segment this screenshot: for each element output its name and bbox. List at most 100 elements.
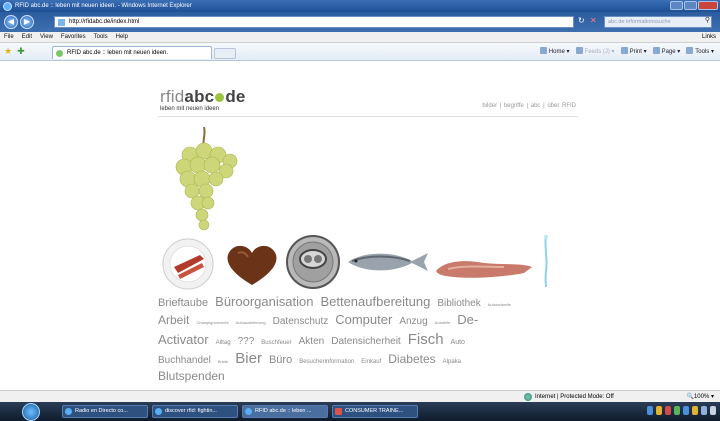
refresh-icon[interactable]: ↻: [578, 16, 588, 28]
links-toolbar[interactable]: Links: [702, 34, 716, 40]
command-bar: Home ▾ Feeds (J) ▾ Print ▾ Page ▾ Tools …: [539, 47, 714, 55]
tag-link[interactable]: Buschfeuer: [261, 340, 291, 346]
menu-bar: File Edit View Favorites Tools Help Link…: [0, 32, 720, 43]
tag-link[interactable]: Anzug: [399, 316, 427, 327]
tag-link[interactable]: Bier: [235, 350, 262, 367]
taskbar-item[interactable]: RFID abc.de :: leben ...: [242, 405, 328, 418]
tag-link[interactable]: Alpaka: [443, 359, 461, 365]
search-input[interactable]: abc.de informationssuche: [604, 16, 712, 28]
tray-icon[interactable]: [683, 406, 689, 415]
tag-link[interactable]: Akten: [299, 336, 325, 347]
food-images-row: [158, 233, 578, 293]
title-bar: RFID abc.de :: leben mit neuen ideen. - …: [0, 0, 720, 12]
tag-link[interactable]: Computer: [335, 312, 392, 327]
tag-link[interactable]: Besucherinformation: [299, 359, 354, 365]
site-logo[interactable]: rfidabc de: [160, 87, 246, 107]
tray-icon[interactable]: [701, 406, 707, 415]
tag-link[interactable]: Büro: [269, 354, 292, 366]
ie-icon: [155, 408, 162, 415]
tab-favicon-icon: [56, 50, 63, 57]
can-lid-image[interactable]: [286, 235, 340, 289]
tools-menu-button[interactable]: Tools ▾: [686, 47, 714, 55]
tray-icon[interactable]: [692, 406, 698, 415]
back-button[interactable]: ◀: [4, 15, 18, 29]
new-tab-button[interactable]: [214, 48, 236, 59]
tag-link[interactable]: Buchhandel: [158, 355, 211, 366]
tag-link[interactable]: De-: [457, 312, 478, 327]
tag-link[interactable]: Fisch: [408, 331, 444, 348]
close-button[interactable]: [698, 1, 718, 10]
taskbar: Radio en Directo co... discover rfid: fi…: [0, 402, 720, 421]
tag-link[interactable]: Autoradwelle: [488, 302, 511, 307]
home-button[interactable]: Home ▾: [539, 47, 570, 55]
url-field[interactable]: http://rfidabc.de/index.html: [54, 16, 574, 28]
tag-link[interactable]: ???: [238, 336, 255, 347]
tray-icon[interactable]: [656, 406, 662, 415]
search-icon[interactable]: ⚲: [705, 16, 710, 24]
ie-logo-icon: [3, 1, 12, 11]
feeds-button[interactable]: Feeds (J) ▾: [575, 47, 615, 55]
tray-icon[interactable]: [710, 406, 716, 415]
security-zone[interactable]: Internet | Protected Mode: Off: [524, 393, 614, 401]
minimize-button[interactable]: [670, 1, 683, 10]
tag-link[interactable]: Büroorganisation: [215, 294, 313, 309]
start-button[interactable]: [22, 403, 40, 421]
taskbar-item[interactable]: discover rfid: fightin...: [152, 405, 238, 418]
taskbar-item[interactable]: Radio en Directo co...: [62, 405, 148, 418]
print-icon: [620, 47, 628, 54]
tag-link[interactable]: Datenschutz: [273, 316, 329, 327]
tag-link[interactable]: Champignonzucht: [196, 320, 228, 325]
taskbar-item[interactable]: CONSUMER TRAINE...: [332, 405, 418, 418]
menu-view[interactable]: View: [40, 34, 53, 40]
address-bar: ◀ ▶ http://rfidabc.de/index.html ↻ ✕ abc…: [0, 12, 720, 32]
page-viewport: rfidabc de leben mit neuen ideen bilder |…: [0, 61, 720, 390]
tube-image[interactable]: [538, 233, 554, 289]
tag-link[interactable]: Datensicherheit: [331, 336, 400, 347]
system-tray: [647, 406, 716, 415]
feeds-icon: [575, 47, 583, 54]
fish-image[interactable]: [344, 249, 430, 275]
zoom-control[interactable]: 🔍100% ▾: [686, 393, 714, 400]
tray-icon[interactable]: [665, 406, 671, 415]
menu-help[interactable]: Help: [116, 34, 128, 40]
tray-icon[interactable]: [674, 406, 680, 415]
tag-link[interactable]: Auto: [451, 339, 465, 346]
tray-icon[interactable]: [647, 406, 653, 415]
menu-edit[interactable]: Edit: [22, 34, 32, 40]
raw-meat-image[interactable]: [434, 255, 534, 281]
page-menu-button[interactable]: Page ▾: [652, 47, 680, 55]
url-text: http://rfidabc.de/index.html: [69, 19, 140, 25]
tab-rfidabc[interactable]: RFID abc.de :: leben mit neuen ideen.: [52, 46, 212, 59]
document-icon: [335, 408, 342, 415]
meat-plate-image[interactable]: [160, 237, 216, 291]
maximize-button[interactable]: [684, 1, 697, 10]
add-favorite-icon[interactable]: ✚: [17, 46, 25, 57]
tag-link[interactable]: Blutspenden: [158, 369, 225, 383]
globe-icon: [524, 393, 532, 401]
tag-link[interactable]: Autoteile: [435, 320, 451, 325]
favorites-star-icon[interactable]: ★: [4, 46, 12, 57]
tag-link[interactable]: Brieftaube: [158, 297, 208, 309]
menu-tools[interactable]: Tools: [94, 34, 108, 40]
tag-link[interactable]: Bibliothek: [437, 298, 480, 309]
tag-cloud-line: Arbeit Champignonzucht Autoauslieferung Dat…: [158, 312, 485, 327]
tag-link[interactable]: Bettenaufbereitung: [320, 294, 430, 309]
print-button[interactable]: Print ▾: [620, 47, 647, 55]
tag-link[interactable]: Briefe: [218, 359, 228, 364]
gear-icon: [686, 47, 694, 54]
tag-cloud-line: Activator Alltag??? Buschfeuer Akten Datensi…: [158, 331, 472, 348]
tag-link[interactable]: Autoauslieferung: [236, 320, 266, 325]
chocolate-heart-image[interactable]: [224, 243, 280, 287]
forward-button[interactable]: ▶: [20, 15, 34, 29]
tag-link[interactable]: Arbeit: [158, 313, 189, 327]
tag-link[interactable]: Activator: [158, 332, 209, 347]
tag-link[interactable]: Einkauf: [361, 359, 381, 365]
tag-link[interactable]: Diabetes: [388, 352, 435, 366]
stop-icon[interactable]: ✕: [590, 16, 600, 28]
tag-link[interactable]: Alltag: [216, 340, 231, 346]
menu-favorites[interactable]: Favorites: [61, 34, 86, 40]
grapes-image[interactable]: [164, 127, 244, 233]
menu-file[interactable]: File: [4, 34, 14, 40]
window-title: RFID abc.de :: leben mit neuen ideen. - …: [15, 3, 192, 9]
site-nav[interactable]: bilder | begriffe | abc | über RFID: [482, 103, 576, 109]
